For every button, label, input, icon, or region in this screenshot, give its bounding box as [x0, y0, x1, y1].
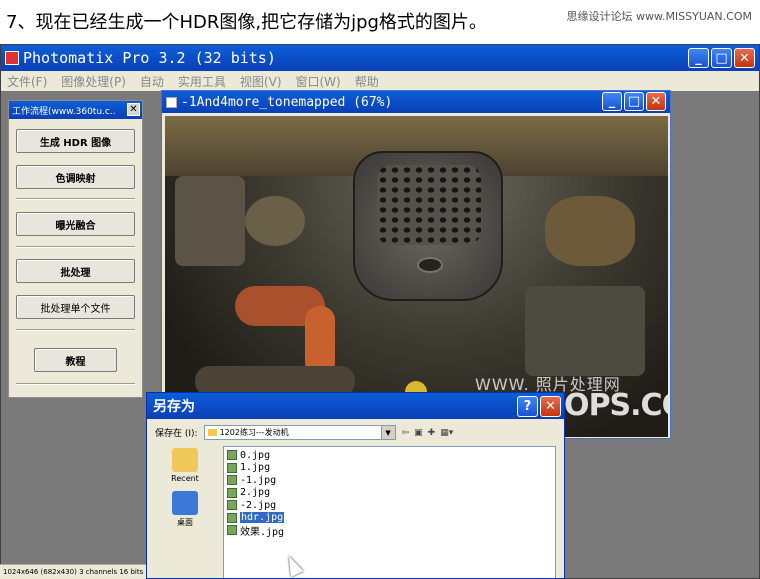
- list-item[interactable]: 0.jpg: [227, 449, 552, 462]
- image-close-button[interactable]: ✕: [646, 92, 666, 111]
- dialog-toolbar: ⇦ ▣ ✚ ▦▾: [402, 428, 454, 438]
- menu-bar: 文件(F) 图像处理(P) 自动 实用工具 视图(V) 窗口(W) 帮助: [1, 71, 759, 91]
- tone-mapping-button[interactable]: 色调映射: [16, 165, 135, 189]
- places-bar: Recent 桌面: [155, 448, 215, 536]
- save-as-titlebar[interactable]: 另存为 ? ✕: [147, 393, 564, 419]
- list-item[interactable]: 1.jpg: [227, 462, 552, 475]
- generate-hdr-button[interactable]: 生成 HDR 图像: [16, 129, 135, 153]
- engine-cover: [353, 151, 503, 301]
- exposure-fusion-button[interactable]: 曝光融合: [16, 212, 135, 236]
- file-name: 2.jpg: [240, 487, 271, 499]
- file-name: -2.jpg: [240, 499, 277, 511]
- file-name: -1.jpg: [240, 474, 277, 486]
- instruction-caption: 7、现在已经生成一个HDR图像,把它存储为jpg格式的图片。: [6, 12, 487, 33]
- engine-part: [175, 176, 245, 266]
- menu-image-processing[interactable]: 图像处理(P): [61, 73, 126, 90]
- menu-automate[interactable]: 自动: [140, 73, 164, 90]
- save-location-row: 保存在 (I): 1202练习---发动机 ▼ ⇦ ▣ ✚ ▦▾: [155, 425, 453, 440]
- workflow-panel: 工作流程(www.360tu.c.. ✕ 生成 HDR 图像 色调映射 曝光融合…: [8, 100, 143, 398]
- site-watermark: 思缘设计论坛 www.MISSYUAN.COM: [566, 10, 752, 23]
- menu-file[interactable]: 文件(F): [7, 73, 47, 90]
- help-button[interactable]: ?: [517, 396, 538, 417]
- engine-part: [545, 196, 635, 266]
- menu-utilities[interactable]: 实用工具: [178, 73, 226, 90]
- save-in-value: 1202练习---发动机: [219, 428, 289, 437]
- back-icon[interactable]: ⇦: [402, 428, 410, 438]
- jpg-file-icon: [227, 462, 237, 473]
- image-window-titlebar[interactable]: -1And4more_tonemapped (67%) _ □ ✕: [162, 91, 670, 113]
- jpg-file-icon: [227, 512, 237, 523]
- image-window-title: -1And4more_tonemapped (67%): [181, 94, 393, 110]
- image-minimize-button[interactable]: _: [602, 92, 622, 111]
- close-button[interactable]: ✕: [734, 48, 755, 68]
- up-folder-icon[interactable]: ▣: [414, 428, 423, 438]
- workflow-close-button[interactable]: ✕: [127, 103, 140, 116]
- app-logo-icon: [5, 51, 19, 65]
- workflow-titlebar[interactable]: 工作流程(www.360tu.c.. ✕: [9, 101, 142, 119]
- app-titlebar[interactable]: Photomatix Pro 3.2 (32 bits) _ □ ✕: [1, 45, 759, 71]
- save-as-dialog: 另存为 ? ✕ 保存在 (I): 1202练习---发动机 ▼ ⇦ ▣ ✚ ▦▾…: [146, 392, 565, 579]
- battery: [525, 286, 645, 376]
- place-recent-label: Recent: [171, 474, 199, 483]
- batch-processing-button[interactable]: 批处理: [16, 259, 135, 283]
- workflow-divider: [16, 329, 135, 331]
- jpg-file-icon: [227, 525, 237, 536]
- jpg-file-icon: [227, 450, 237, 461]
- engine-logo: [417, 257, 443, 273]
- save-as-title: 另存为: [153, 399, 195, 415]
- jpg-file-icon: [227, 487, 237, 498]
- chevron-down-icon[interactable]: ▼: [380, 426, 395, 439]
- engine-part: [245, 196, 305, 246]
- engine-grille: [377, 165, 481, 245]
- app-title: Photomatix Pro 3.2 (32 bits): [23, 49, 276, 67]
- workflow-divider: [16, 246, 135, 248]
- jpg-file-icon: [227, 475, 237, 486]
- desktop-icon: [172, 491, 198, 515]
- place-desktop[interactable]: 桌面: [155, 491, 215, 528]
- dialog-close-button[interactable]: ✕: [540, 396, 561, 417]
- tutorial-button[interactable]: 教程: [34, 348, 117, 372]
- status-bar: 1024x646 (682x430) 3 channels 16 bits: [0, 564, 146, 579]
- file-list: 0.jpg 1.jpg -1.jpg 2.jpg -2.jpg hdr.jpg …: [223, 446, 556, 578]
- image-window: -1And4more_tonemapped (67%) _ □ ✕ WWW. 照…: [161, 90, 671, 439]
- file-name: hdr.jpg: [240, 512, 285, 524]
- save-in-label: 保存在 (I):: [155, 429, 198, 439]
- file-name: 0.jpg: [240, 449, 271, 461]
- recent-folder-icon: [172, 448, 198, 472]
- place-recent[interactable]: Recent: [155, 448, 215, 483]
- new-folder-icon[interactable]: ✚: [428, 428, 436, 438]
- image-maximize-button[interactable]: □: [624, 92, 644, 111]
- workflow-divider: [16, 383, 135, 385]
- place-desktop-label: 桌面: [177, 518, 193, 527]
- view-menu-icon[interactable]: ▦▾: [440, 428, 453, 438]
- jpg-file-icon: [227, 500, 237, 511]
- file-name: 1.jpg: [240, 462, 271, 474]
- workflow-divider: [16, 198, 135, 200]
- list-item[interactable]: -1.jpg: [227, 474, 552, 487]
- list-item[interactable]: 2.jpg: [227, 487, 552, 500]
- maximize-button[interactable]: □: [711, 48, 732, 68]
- tonemapped-engine-photo: WWW. 照片处理网 PHOTOPS.COM: [165, 116, 668, 437]
- menu-help[interactable]: 帮助: [355, 73, 379, 90]
- batch-single-file-button[interactable]: 批处理单个文件: [16, 295, 135, 319]
- save-in-select[interactable]: 1202练习---发动机 ▼: [203, 425, 396, 440]
- minimize-button[interactable]: _: [688, 48, 709, 68]
- workflow-title: 工作流程(www.360tu.c..: [12, 106, 116, 117]
- list-item[interactable]: 效果.jpg: [227, 524, 552, 538]
- menu-window[interactable]: 窗口(W): [296, 73, 341, 90]
- menu-view[interactable]: 视图(V): [240, 73, 282, 90]
- image-window-icon: [166, 96, 177, 108]
- list-item[interactable]: -2.jpg: [227, 499, 552, 512]
- file-name: 效果.jpg: [240, 526, 285, 538]
- folder-icon: [207, 429, 217, 436]
